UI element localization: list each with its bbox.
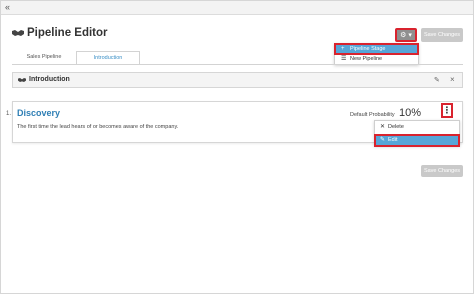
menu-item-edit[interactable]: ✎ Edit [374,134,460,147]
menu-item-pipeline-stage[interactable]: + Pipeline Stage [334,43,419,55]
menu-item-new-pipeline[interactable]: ☰ New Pipeline [335,54,418,64]
handshake-icon [18,77,26,82]
stage-description: The first time the lead hears of or beco… [17,124,179,130]
handshake-icon [12,30,24,36]
close-icon: ✕ [380,124,386,130]
collapse-sidebar-icon[interactable]: « [5,2,10,13]
app-window: « Pipeline Editor ⚙ ▾ Save Changes + Pip… [0,0,474,294]
gear-icon: ⚙ [400,31,407,39]
pipeline-header-title: Introduction [29,76,70,83]
handshake-icon: ☰ [341,56,347,62]
page-title-text: Pipeline Editor [27,27,108,39]
menu-item-label: Delete [388,124,404,130]
probability-value: 10% [399,107,422,119]
probability-label: Default Probability [350,112,395,118]
edit-icon: ✎ [380,137,386,143]
kebab-menu-icon: ⋮ [442,105,452,115]
pipeline-tabs: Sales Pipeline Introduction [12,51,140,65]
menu-item-label: Pipeline Stage [350,46,386,52]
settings-dropdown-button[interactable]: ⚙ ▾ [395,28,417,42]
menu-item-delete[interactable]: ✕ Delete [375,122,459,133]
page-title: Pipeline Editor [12,27,108,39]
plus-icon: + [341,46,345,52]
settings-menu: + Pipeline Stage ☰ New Pipeline [334,43,419,65]
stage-name[interactable]: Discovery [17,108,60,118]
edit-pipeline-icon[interactable]: ✎ [434,76,440,84]
tab-sales-pipeline[interactable]: Sales Pipeline [12,51,76,65]
pipeline-header: Introduction [18,76,70,83]
tab-divider [12,64,463,65]
caret-down-icon: ▾ [408,31,412,39]
menu-item-label: New Pipeline [350,56,383,62]
pipeline-header-panel: Introduction ✎ × [12,72,463,88]
menu-item-label: Edit [388,137,398,143]
stage-options-menu: ✕ Delete ✎ Edit [374,120,460,147]
close-icon[interactable]: × [450,75,455,84]
stage-options-button[interactable]: ⋮ [441,103,453,118]
tab-introduction[interactable]: Introduction [76,51,140,65]
save-changes-button-bottom[interactable]: Save Changes [421,165,463,177]
top-bar: « [1,1,473,15]
stage-number: 1. [6,111,12,117]
save-changes-button-top[interactable]: Save Changes [421,28,463,42]
